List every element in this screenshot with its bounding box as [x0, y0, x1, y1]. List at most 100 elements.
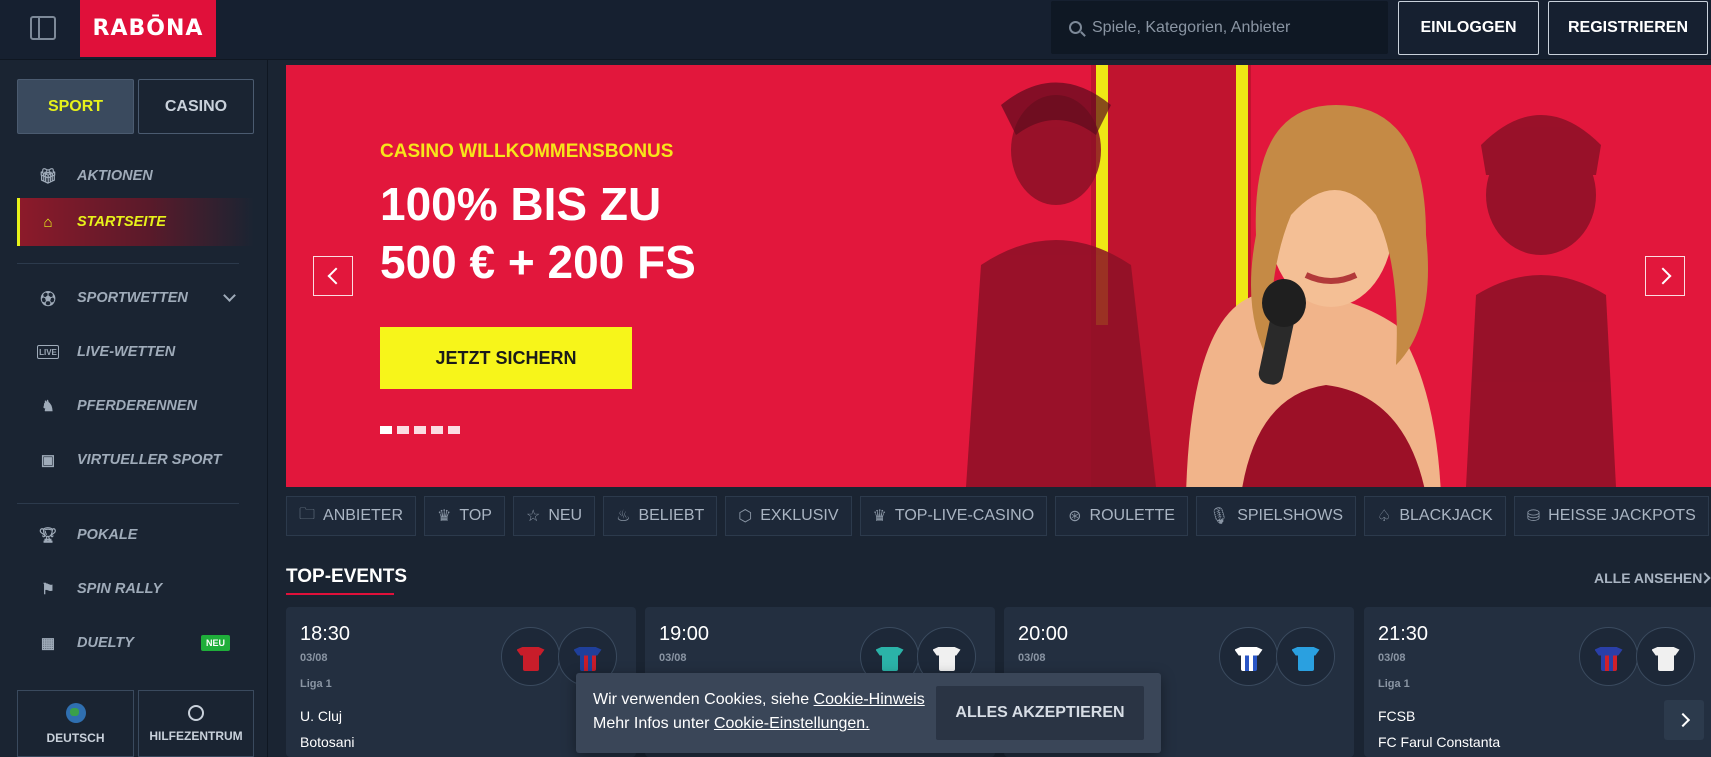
event-team-home: U. Cluj: [300, 708, 343, 724]
category-neu[interactable]: ☆ NEU: [512, 496, 596, 536]
accept-all-cookies-button[interactable]: ALLES AKZEPTIEREN: [936, 686, 1144, 740]
microphone-icon: 🎙︎: [1208, 508, 1230, 525]
cookie-text-line2: Mehr Infos unter Cookie-Einstellungen.: [593, 715, 870, 733]
category-label: TOP-LIVE-CASINO: [894, 507, 1035, 524]
live-icon: LIVE: [37, 345, 59, 359]
sidebar-item-aktionen[interactable]: 🎁︎ AKTIONEN: [17, 152, 254, 200]
search-bar[interactable]: [1051, 1, 1388, 54]
register-button[interactable]: REGISTRIEREN: [1548, 1, 1708, 55]
home-icon: ⌂: [43, 213, 53, 231]
category-bar: 🗀 ANBIETER ♛ TOP ☆ NEU ♨ BELIEBT ⬡ EXKLUSIV ♛…: [286, 496, 1711, 536]
category-label: TOP: [459, 507, 492, 524]
new-badge: NEU: [200, 635, 230, 651]
chevron-down-icon[interactable]: [223, 289, 236, 302]
cookie-text: Mehr Infos unter: [593, 715, 714, 732]
category-beliebt[interactable]: ♨ BELIEBT: [603, 496, 718, 536]
event-league: Liga 1: [1378, 678, 1410, 690]
banner-title-line2: 500 € + 200 FS: [380, 236, 696, 288]
category-blackjack[interactable]: ♤ BLACKJACK: [1364, 496, 1506, 536]
category-top[interactable]: ♛ TOP: [424, 496, 505, 536]
help-center-button[interactable]: HILFEZENTRUM: [138, 690, 254, 757]
category-label: SPIELSHOWS: [1237, 507, 1344, 524]
sidebar-toggle-icon[interactable]: [30, 16, 56, 40]
category-heisse-jackpots[interactable]: ⛁ HEISSE JACKPOTS: [1513, 496, 1709, 536]
event-team-away: FC Farul Constanta: [1378, 734, 1501, 750]
help-icon: [188, 704, 204, 721]
event-time: 19:00: [659, 623, 710, 645]
carousel-next-button[interactable]: [1645, 256, 1685, 296]
sidebar-item-label: VIRTUELLER SPORT: [77, 452, 222, 468]
sidebar-item-label: AKTIONEN: [77, 168, 153, 184]
banner-illustration: [736, 65, 1711, 487]
gift-icon: 🎁︎: [38, 168, 58, 185]
flame-icon: ♨: [616, 508, 631, 525]
event-date: 03/08: [300, 652, 328, 664]
category-roulette[interactable]: ⊛ ROULETTE: [1055, 496, 1188, 536]
banner-cta-button[interactable]: JETZT SICHERN: [380, 327, 632, 389]
sidebar-item-sportwetten[interactable]: ⚽︎ SPORTWETTEN: [17, 274, 254, 322]
category-label: BLACKJACK: [1399, 507, 1493, 524]
carousel-dot[interactable]: [448, 426, 460, 434]
top-events-underline: [286, 593, 394, 595]
sidebar-item-duelty[interactable]: ▦ DUELTY NEU: [17, 619, 254, 667]
coins-icon: ⛁: [1526, 508, 1541, 525]
cookie-notice-link[interactable]: Cookie-Hinweis: [814, 691, 925, 708]
carousel-dot[interactable]: [397, 426, 409, 434]
sidebar-item-pokale[interactable]: 🏆︎ POKALE: [17, 511, 254, 559]
language-label: DEUTSCH: [46, 730, 105, 745]
crown-icon: ♛: [872, 508, 887, 525]
banner-title-line1: 100% BIS ZU: [380, 178, 662, 230]
category-top-live-casino[interactable]: ♛ TOP-LIVE-CASINO: [859, 496, 1048, 536]
cookie-settings-link[interactable]: Cookie-Einstellungen.: [714, 715, 870, 732]
carousel-dot[interactable]: [414, 426, 426, 434]
promo-banner[interactable]: CASINO WILLKOMMENSBONUS 100% BIS ZU 500 …: [286, 65, 1711, 487]
banner-kicker: CASINO WILLKOMMENSBONUS: [380, 141, 674, 162]
language-button[interactable]: DEUTSCH: [17, 690, 134, 757]
sidebar-item-virtueller-sport[interactable]: ▣ VIRTUELLER SPORT: [17, 436, 254, 484]
sidebar-divider: [17, 263, 239, 264]
sidebar-item-label: LIVE-WETTEN: [77, 344, 176, 360]
carousel-dot[interactable]: [380, 426, 392, 434]
home-jersey-icon: [501, 627, 560, 686]
crown-icon: ♛: [437, 508, 452, 525]
category-exklusiv[interactable]: ⬡ EXKLUSIV: [725, 496, 852, 536]
category-anbieter[interactable]: 🗀 ANBIETER: [286, 496, 417, 536]
spade-icon: ♤: [1377, 508, 1392, 525]
home-jersey-icon: [1579, 627, 1638, 686]
carousel-dot[interactable]: [431, 426, 443, 434]
event-league: Liga 1: [300, 678, 332, 690]
horse-icon: ♞: [41, 398, 55, 415]
home-jersey-icon: [1219, 627, 1278, 686]
event-team-home: FCSB: [1378, 708, 1416, 724]
search-input[interactable]: [1092, 18, 1372, 37]
sidebar-item-label: PFERDERENNEN: [77, 398, 198, 414]
search-icon: [1069, 21, 1082, 34]
category-label: ANBIETER: [323, 507, 404, 524]
sidebar-item-startseite[interactable]: ⌂ STARTSEITE: [17, 198, 254, 246]
rabona-logo[interactable]: RABŌNA: [80, 0, 216, 57]
sidebar-item-pferderennen[interactable]: ♞ PFERDERENNEN: [17, 382, 254, 430]
roulette-icon: ⊛: [1068, 508, 1082, 525]
category-label: HEISSE JACKPOTS: [1548, 507, 1696, 524]
see-all-link[interactable]: ALLE ANSEHEN: [1594, 570, 1702, 586]
sidebar-item-live-wetten[interactable]: LIVE LIVE-WETTEN: [17, 328, 254, 376]
sidebar-item-spin-rally[interactable]: ⚑ SPIN RALLY: [17, 565, 254, 613]
event-time: 18:30: [300, 623, 351, 645]
segment-casino[interactable]: CASINO: [138, 79, 254, 134]
trophy-icon: 🏆︎: [38, 527, 58, 544]
event-date: 03/08: [1378, 652, 1406, 664]
event-card[interactable]: 21:30 03/08 Liga 1 FCSB FC Farul Constan…: [1364, 607, 1711, 757]
gem-icon: ⬡: [738, 508, 753, 525]
sidebar-item-label: SPORTWETTEN: [77, 290, 188, 306]
events-next-button[interactable]: [1664, 700, 1704, 740]
segment-sport[interactable]: SPORT: [17, 79, 134, 134]
cookie-text: Wir verwenden Cookies, siehe: [593, 691, 814, 708]
globe-icon: [65, 702, 86, 723]
login-button[interactable]: EINLOGGEN: [1398, 1, 1539, 55]
category-spielshows[interactable]: 🎙︎ SPIELSHOWS: [1195, 496, 1357, 536]
carousel-prev-button[interactable]: [313, 256, 353, 296]
event-time: 20:00: [1018, 623, 1069, 645]
event-date: 03/08: [659, 652, 687, 664]
sidebar: SPORT CASINO 🎁︎ AKTIONEN ⌂ STARTSEITE ⚽︎…: [0, 60, 268, 757]
category-label: ROULETTE: [1089, 507, 1175, 524]
